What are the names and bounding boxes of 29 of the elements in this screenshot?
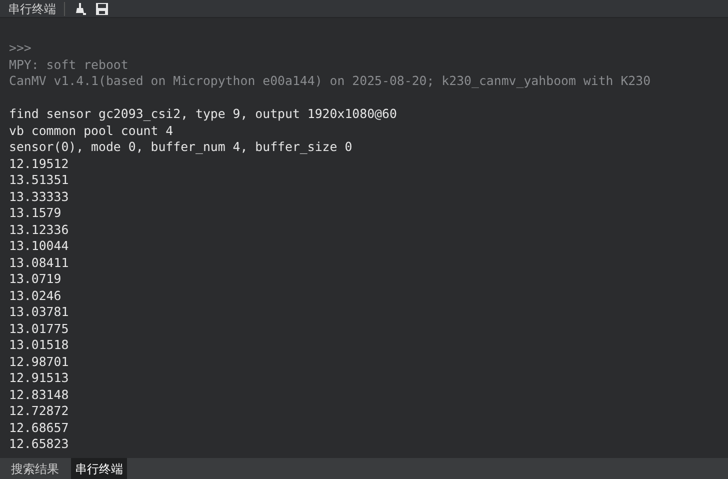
terminal-line: 12.68657 bbox=[9, 420, 69, 436]
terminal-line: 12.91513 bbox=[9, 370, 69, 386]
terminal-line: 12.19512 bbox=[9, 156, 69, 172]
terminal-line: 12.83148 bbox=[9, 386, 69, 403]
panel-tab[interactable]: 搜索结果 bbox=[7, 458, 63, 479]
terminal-line: CanMV v1.4.1(based on Micropython e00a144) on 2025-08-20; k230_canmv_yahboom with K230 bbox=[9, 73, 651, 90]
panel-title: 串行终端 bbox=[8, 2, 56, 14]
terminal-line: 12.72872 bbox=[9, 403, 69, 420]
terminal-line: MPY: soft reboot bbox=[9, 56, 128, 73]
terminal-line: 12.98701 bbox=[9, 354, 69, 370]
terminal-line: sensor(0), mode 0, buffer_num 4, buffer_size 0 bbox=[9, 139, 352, 156]
terminal-line: 13.10044 bbox=[9, 238, 69, 254]
terminal-line: 13.01775 bbox=[9, 320, 69, 337]
terminal-line: find sensor gc2093_csi2, type 9, output 1920x1080@60 bbox=[9, 106, 397, 122]
terminal-line: 13.33333 bbox=[9, 188, 69, 205]
terminal-line: 13.08411 bbox=[9, 254, 69, 271]
terminal-line: 13.01518 bbox=[9, 337, 69, 354]
terminal-line: 13.03781 bbox=[9, 304, 69, 320]
terminal-line: vb common pool count 4 bbox=[9, 122, 174, 139]
terminal-line: 13.0246 bbox=[9, 288, 62, 304]
terminal-line: >>> bbox=[9, 40, 32, 56]
terminal-line: 13.51351 bbox=[9, 172, 69, 188]
terminal-line: 12.65823 bbox=[9, 436, 69, 452]
clear-icon[interactable] bbox=[73, 2, 87, 16]
terminal-line: 13.1579 bbox=[9, 205, 62, 222]
terminal-line: 13.12336 bbox=[9, 222, 69, 238]
terminal-line: 13.0719 bbox=[9, 271, 62, 288]
panel-tab[interactable]: 串行终端 bbox=[71, 458, 127, 479]
save-icon[interactable] bbox=[95, 2, 109, 16]
